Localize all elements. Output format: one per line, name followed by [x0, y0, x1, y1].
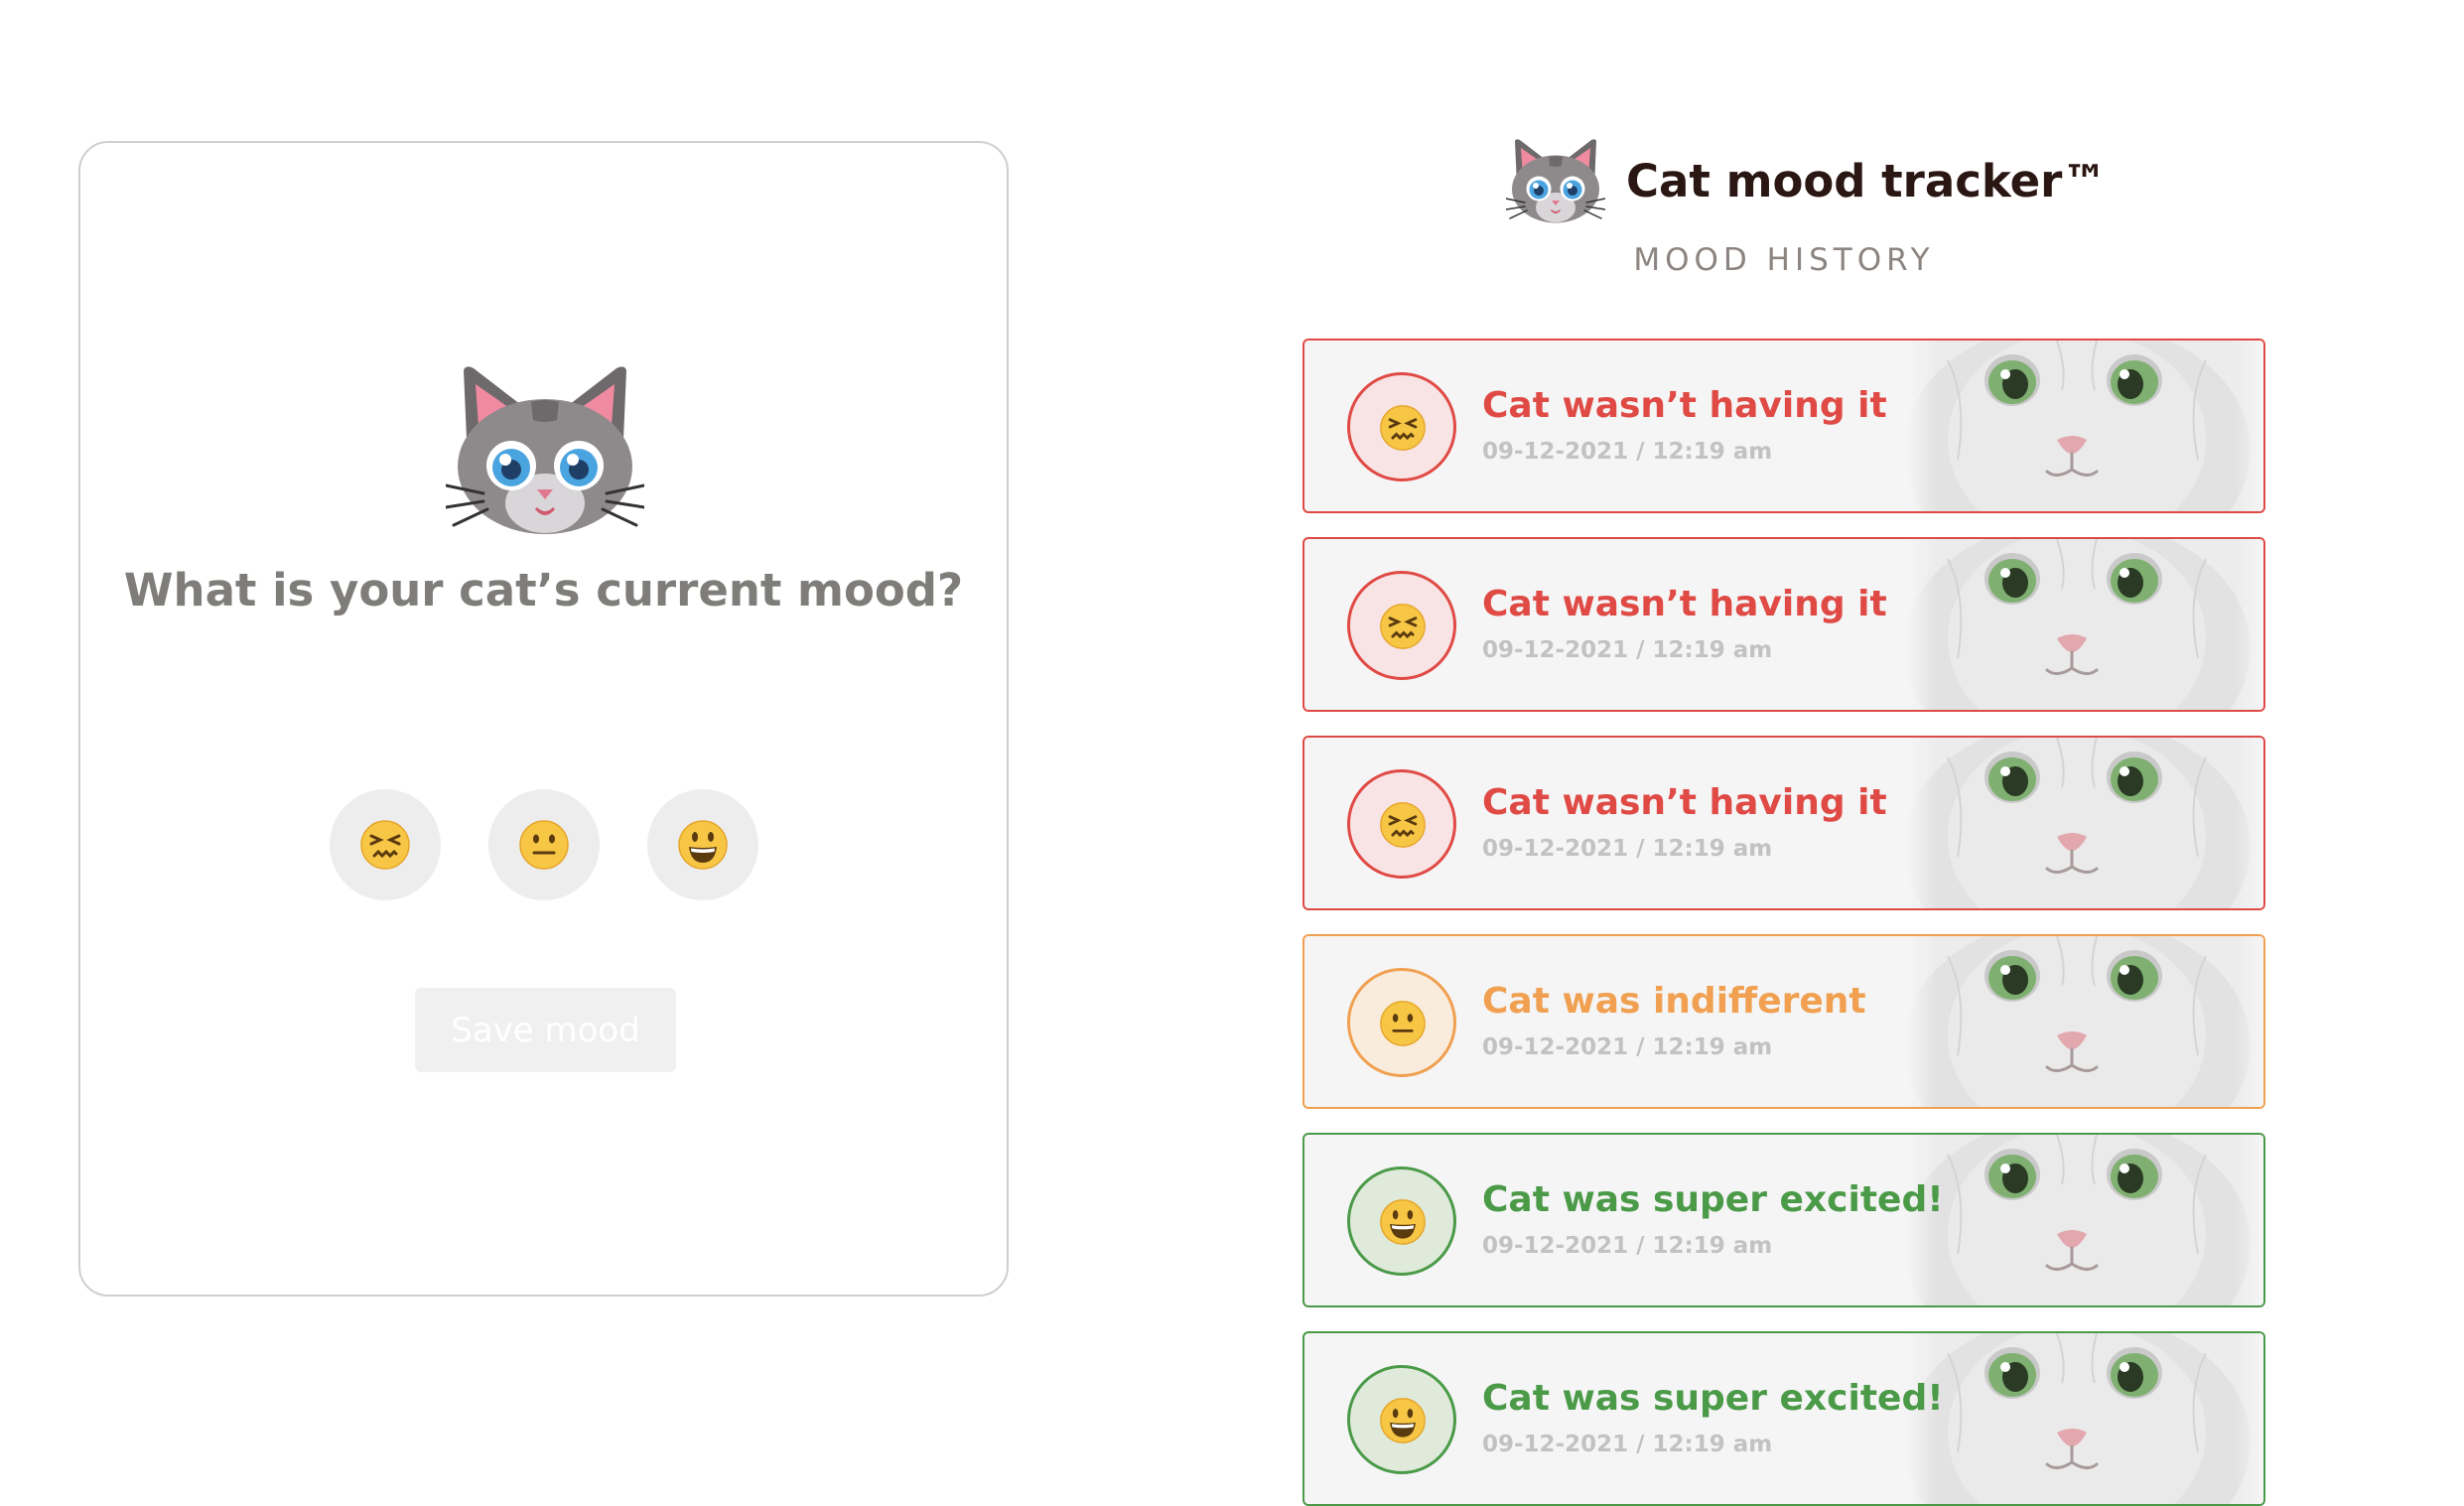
kitten-photo [1908, 1135, 2263, 1305]
entry-timestamp: 09-12-2021 / 12:19 am [1482, 836, 1773, 862]
mood-question: What is your cat’s current mood? [123, 564, 964, 616]
kitten-photo [1908, 539, 2263, 710]
mood-badge [1347, 571, 1456, 680]
tired-face-icon [359, 819, 411, 871]
kitten-photo [1908, 936, 2263, 1107]
section-title: MOOD HISTORY [1633, 242, 1935, 278]
grinning-face-icon [1379, 1397, 1427, 1444]
entry-label: Cat was indifferent [1482, 981, 1866, 1022]
entry-label: Cat wasn’t having it [1482, 782, 1887, 823]
cat-face-icon [446, 362, 644, 537]
entry-label: Cat wasn’t having it [1482, 385, 1887, 426]
mood-option-tired[interactable] [330, 789, 441, 900]
history-entry: Cat was indifferent 09-12-2021 / 12:19 a… [1302, 934, 2265, 1109]
grinning-face-icon [677, 819, 729, 871]
history-entry: Cat was super excited! 09-12-2021 / 12:1… [1302, 1133, 2265, 1307]
kitten-photo [1908, 1333, 2263, 1504]
history-entry: Cat wasn’t having it 09-12-2021 / 12:19 … [1302, 537, 2265, 712]
entry-timestamp: 09-12-2021 / 12:19 am [1482, 1034, 1773, 1060]
tired-face-icon [1379, 404, 1427, 452]
tired-face-icon [1379, 603, 1427, 650]
entry-timestamp: 09-12-2021 / 12:19 am [1482, 1432, 1773, 1457]
save-mood-button[interactable]: Save mood [415, 988, 676, 1072]
entry-timestamp: 09-12-2021 / 12:19 am [1482, 439, 1773, 465]
entry-label: Cat was super excited! [1482, 1378, 1944, 1419]
mood-badge [1347, 1365, 1456, 1474]
entry-timestamp: 09-12-2021 / 12:19 am [1482, 1233, 1773, 1259]
mood-option-excited[interactable] [647, 789, 758, 900]
mood-option-neutral[interactable] [488, 789, 600, 900]
history-entry: Cat wasn’t having it 09-12-2021 / 12:19 … [1302, 736, 2265, 910]
mood-options [330, 789, 766, 900]
history-entry: Cat wasn’t having it 09-12-2021 / 12:19 … [1302, 339, 2265, 513]
mood-badge [1347, 769, 1456, 879]
mood-badge [1347, 968, 1456, 1077]
mood-entry-card: What is your cat’s current mood? Save mo… [78, 141, 1009, 1297]
neutral-face-icon [518, 819, 570, 871]
entry-label: Cat wasn’t having it [1482, 584, 1887, 624]
neutral-face-icon [1379, 1000, 1427, 1047]
app-title: Cat mood tracker™ [1626, 155, 2108, 207]
mood-badge [1347, 1166, 1456, 1276]
grinning-face-icon [1379, 1198, 1427, 1246]
cat-face-icon [1506, 137, 1605, 224]
tired-face-icon [1379, 801, 1427, 849]
kitten-photo [1908, 738, 2263, 908]
entry-label: Cat was super excited! [1482, 1179, 1944, 1220]
mood-badge [1347, 372, 1456, 481]
history-entry: Cat was super excited! 09-12-2021 / 12:1… [1302, 1331, 2265, 1506]
kitten-photo [1908, 341, 2263, 511]
entry-timestamp: 09-12-2021 / 12:19 am [1482, 637, 1773, 663]
